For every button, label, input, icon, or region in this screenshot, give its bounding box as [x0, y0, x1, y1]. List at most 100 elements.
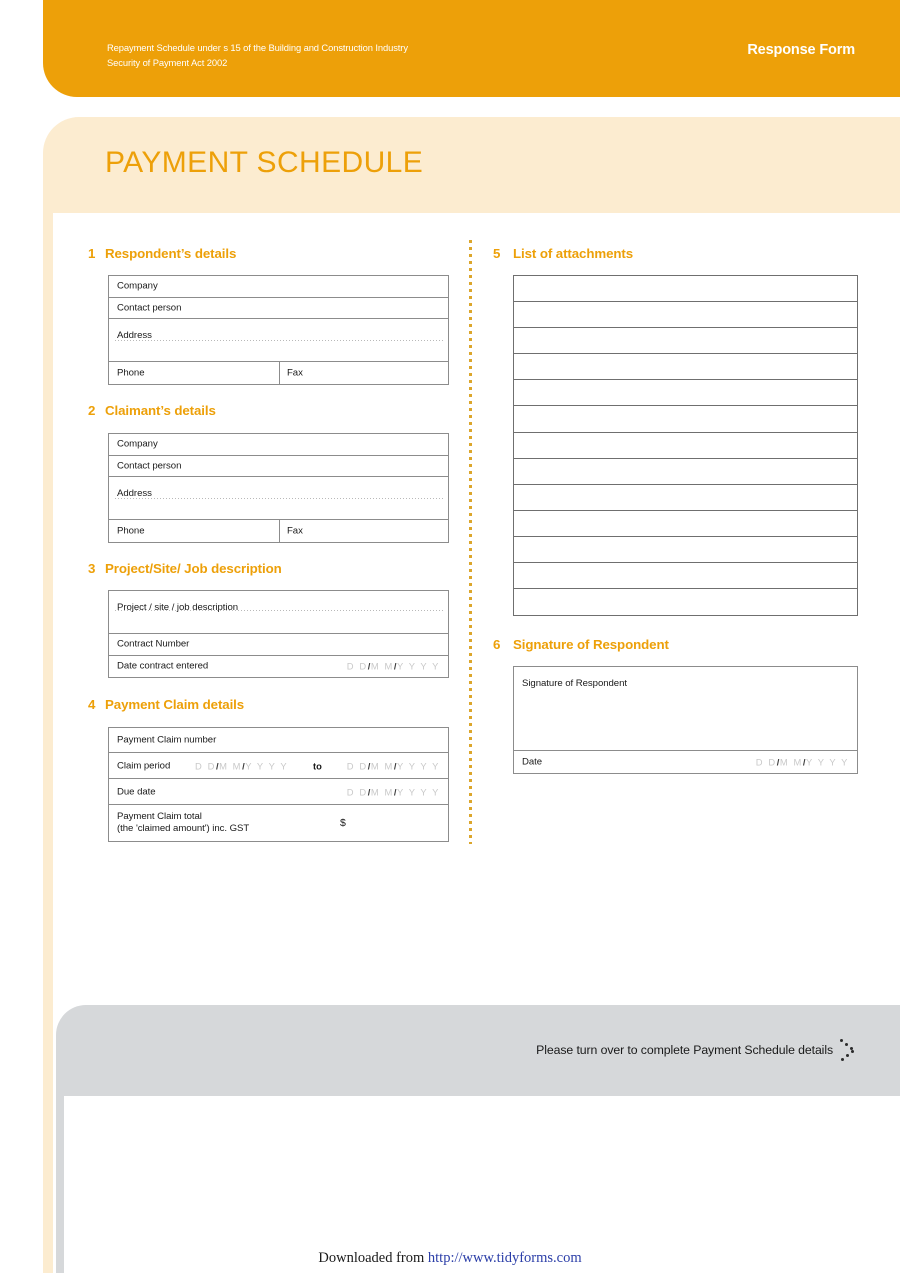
section-4-number: 4 — [88, 697, 96, 712]
attachment-row[interactable] — [514, 485, 857, 511]
section-1-heading: 1 Respondent’s details — [88, 246, 236, 261]
phone-label: Phone — [117, 367, 145, 379]
phone-label: Phone — [117, 525, 145, 537]
day-placeholder: D D — [346, 760, 368, 771]
date-placeholder[interactable]: D D/M M/Y Y Y Y — [347, 661, 440, 672]
day-placeholder: D D — [195, 760, 216, 771]
respondent-details-table: Company Contact person Address Phone Fax — [108, 275, 449, 385]
year-placeholder: Y Y Y Y — [396, 760, 440, 771]
attachment-row[interactable] — [514, 302, 857, 329]
table-row[interactable]: Company — [109, 276, 448, 298]
table-row[interactable]: Claim period D D/M M/Y Y Y Y to D D/M M/… — [109, 753, 448, 779]
cell-divider — [279, 520, 280, 542]
claimant-details-table: Company Contact person Address Phone Fax — [108, 433, 449, 543]
day-placeholder: D D — [346, 786, 368, 797]
claim-period-end-date[interactable]: D D/M M/Y Y Y Y — [347, 760, 440, 771]
company-label: Company — [117, 438, 158, 450]
download-footer: Downloaded from http://www.tidyforms.com — [0, 1250, 900, 1267]
table-row[interactable]: Company — [109, 434, 448, 456]
section-3-heading: 3 Project/Site/ Job description — [88, 561, 282, 576]
section-4-heading: 4 Payment Claim details — [88, 697, 244, 712]
address-inner-rule — [115, 340, 444, 341]
year-placeholder: Y Y Y Y — [805, 756, 849, 768]
table-row[interactable]: Contact person — [109, 456, 448, 477]
total-label-line-2: (the 'claimed amount') inc. GST — [117, 823, 250, 834]
company-label: Company — [117, 280, 158, 292]
section-4-title: Payment Claim details — [105, 697, 245, 712]
section-1-title: Respondent’s details — [105, 246, 237, 261]
project-description-label: Project / site / job description — [117, 602, 239, 613]
section-5-number: 5 — [493, 246, 501, 261]
day-placeholder: D D — [346, 660, 368, 672]
signature-date-label: Date — [522, 756, 543, 768]
section-5-title: List of attachments — [513, 246, 634, 261]
attachment-row[interactable] — [514, 459, 857, 485]
month-placeholder: M M — [779, 756, 803, 768]
year-placeholder: Y Y Y Y — [245, 760, 289, 771]
payment-claim-details-table: Payment Claim number Claim period D D/M … — [108, 727, 449, 842]
signature-date-placeholder[interactable]: D D/M M/Y Y Y Y — [756, 756, 849, 767]
table-row[interactable]: Contact person — [109, 298, 448, 319]
signature-table: Signature of Respondent Date D D/M M/Y Y… — [513, 666, 858, 774]
cell-divider — [279, 362, 280, 384]
table-row[interactable]: Address — [109, 477, 448, 520]
tidyforms-link[interactable]: http://www.tidyforms.com — [428, 1250, 582, 1266]
section-5-heading: 5 List of attachments — [493, 246, 633, 261]
section-2-heading: 2 Claimant’s details — [88, 403, 216, 418]
table-row[interactable]: Payment Claim total (the 'claimed amount… — [109, 805, 448, 841]
table-row[interactable]: Phone Fax — [109, 520, 448, 542]
year-placeholder: Y Y Y Y — [396, 786, 440, 797]
section-6-heading: 6 Signature of Respondent — [493, 637, 669, 652]
attachment-row[interactable] — [514, 563, 857, 590]
month-placeholder: M M — [370, 760, 394, 771]
contract-number-label: Contract Number — [117, 638, 190, 650]
attachments-table — [513, 275, 858, 617]
to-label: to — [313, 760, 322, 771]
contact-person-label: Contact person — [117, 302, 182, 314]
total-label-line-1: Payment Claim total — [117, 811, 202, 822]
claim-period-start-date[interactable]: D D/M M/Y Y Y Y — [195, 760, 288, 771]
attachment-row[interactable] — [514, 406, 857, 433]
signature-field[interactable]: Signature of Respondent — [514, 667, 857, 751]
section-1-number: 1 — [88, 246, 96, 261]
day-placeholder: D D — [755, 756, 777, 768]
attachment-row[interactable] — [514, 589, 857, 615]
section-3-title: Project/Site/ Job description — [105, 561, 282, 576]
section-2-number: 2 — [88, 403, 96, 418]
turn-over-text: Please turn over to complete Payment Sch… — [536, 1043, 833, 1057]
table-row[interactable]: Phone Fax — [109, 362, 448, 384]
month-placeholder: M M — [370, 660, 394, 672]
left-accent-stripe — [43, 213, 53, 1273]
project-description-table: Project / site / job description Contrac… — [108, 590, 449, 678]
document-page: Repayment Schedule under s 15 of the Bui… — [0, 0, 900, 1273]
description-inner-rule — [115, 610, 444, 611]
payment-claim-total-label: Payment Claim total (the 'claimed amount… — [117, 811, 249, 835]
date-contract-entered-label: Date contract entered — [117, 660, 209, 672]
month-placeholder: M M — [219, 760, 243, 771]
attachment-row[interactable] — [514, 380, 857, 407]
table-row[interactable]: Contract Number — [109, 634, 448, 656]
section-3-number: 3 — [88, 561, 96, 576]
section-6-title: Signature of Respondent — [513, 637, 669, 652]
attachment-row[interactable] — [514, 511, 857, 537]
table-row[interactable]: Date contract entered D D/M M/Y Y Y Y — [109, 656, 448, 678]
table-row[interactable]: Date D D/M M/Y Y Y Y — [514, 751, 857, 773]
table-row[interactable]: Due date D D/M M/Y Y Y Y — [109, 779, 448, 805]
fax-label: Fax — [287, 367, 303, 379]
attachment-row[interactable] — [514, 276, 857, 303]
table-row[interactable]: Project / site / job description — [109, 591, 448, 634]
table-row[interactable]: Address — [109, 319, 448, 362]
column-divider — [469, 240, 472, 844]
due-date-placeholder[interactable]: D D/M M/Y Y Y Y — [347, 786, 440, 797]
attachment-row[interactable] — [514, 433, 857, 459]
download-prefix: Downloaded from — [318, 1250, 428, 1266]
address-inner-rule — [115, 498, 444, 499]
attachment-row[interactable] — [514, 328, 857, 355]
contact-person-label: Contact person — [117, 460, 182, 472]
table-row[interactable]: Payment Claim number — [109, 728, 448, 753]
attachment-row[interactable] — [514, 354, 857, 381]
attachment-row[interactable] — [514, 537, 857, 564]
chevron-right-dots-icon — [840, 1039, 864, 1065]
fax-label: Fax — [287, 525, 303, 537]
payment-claim-number-label: Payment Claim number — [117, 734, 217, 746]
